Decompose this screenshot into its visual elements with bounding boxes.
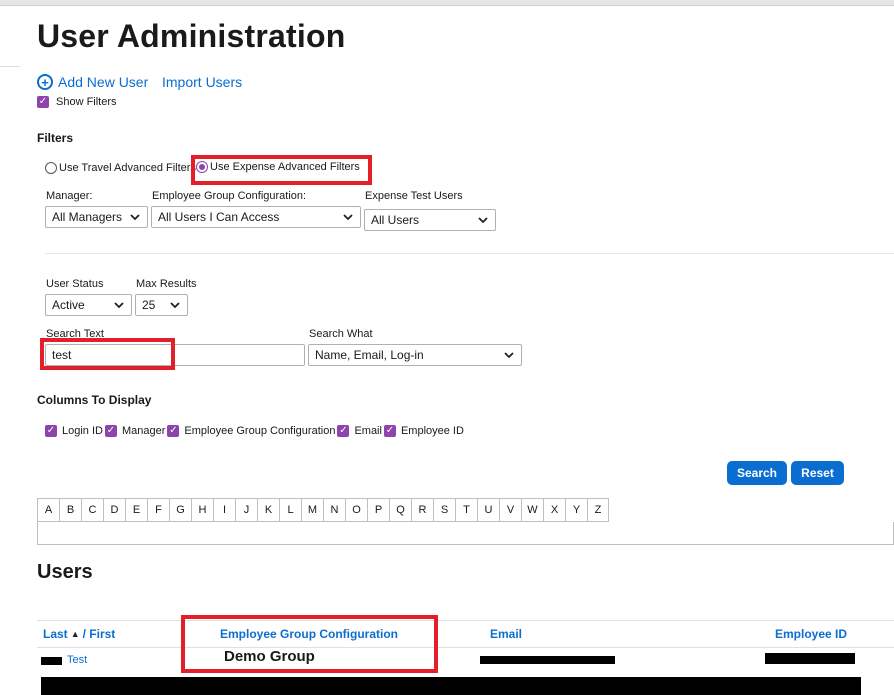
chevron-down-icon: [130, 214, 140, 221]
chevron-down-icon: [170, 302, 180, 309]
alphabet-letter-a[interactable]: A: [37, 499, 59, 522]
test-users-select[interactable]: All Users: [364, 209, 496, 231]
redacted-row: [41, 677, 861, 695]
col-employee-id-header[interactable]: Employee ID: [775, 627, 847, 641]
test-users-value: All Users: [371, 213, 420, 227]
max-results-select[interactable]: 25: [135, 294, 188, 316]
employee-id-col-label: Employee ID: [400, 425, 464, 437]
manager-col-label: Manager: [121, 425, 166, 437]
alphabet-letter-v[interactable]: V: [499, 499, 521, 522]
user-status-value: Active: [52, 298, 85, 312]
login-id-checkbox[interactable]: ✓: [45, 425, 57, 437]
alphabet-letter-h[interactable]: H: [191, 499, 213, 522]
manager-select[interactable]: All Managers: [45, 206, 148, 228]
chevron-down-icon: [504, 352, 514, 359]
users-heading: Users: [37, 561, 93, 583]
reset-button[interactable]: Reset: [791, 461, 844, 485]
alphabet-letter-t[interactable]: T: [455, 499, 477, 522]
add-new-user-link[interactable]: + Add New User: [37, 74, 148, 90]
email-checkbox[interactable]: ✓: [337, 425, 350, 437]
email-col-label: Email: [354, 425, 382, 437]
alphabet-letter-i[interactable]: I: [213, 499, 235, 522]
alphabet-letter-q[interactable]: Q: [389, 499, 411, 522]
alphabet-letter-o[interactable]: O: [345, 499, 367, 522]
alphabet-letter-p[interactable]: P: [367, 499, 389, 522]
login-id-label: Login ID: [62, 425, 103, 437]
max-results-label: Max Results: [136, 278, 197, 290]
search-what-value: Name, Email, Log-in: [315, 348, 424, 362]
alphabet-letter-j[interactable]: J: [235, 499, 257, 522]
egc-value: All Users I Can Access: [158, 210, 280, 224]
redacted-employee-id: [765, 653, 855, 664]
col-last-label: Last: [43, 627, 68, 641]
alphabet-letter-l[interactable]: L: [279, 499, 301, 522]
filters-heading: Filters: [37, 131, 74, 145]
egc-col-label: Employee Group Configuration: [184, 425, 336, 437]
divider: [0, 66, 20, 67]
user-status-select[interactable]: Active: [45, 294, 132, 316]
test-users-label: Expense Test Users: [365, 190, 463, 202]
employee-id-checkbox[interactable]: ✓: [383, 425, 396, 437]
col-first-label: / First: [82, 627, 116, 641]
alphabet-letter-y[interactable]: Y: [565, 499, 587, 522]
add-new-user-label: Add New User: [58, 74, 149, 90]
alphabet-results-box: [37, 522, 894, 545]
redacted-email: [480, 656, 615, 664]
alphabet-letter-c[interactable]: C: [81, 499, 103, 522]
user-status-label: User Status: [46, 278, 104, 290]
col-last-first-header[interactable]: Last ▲ / First: [43, 627, 115, 641]
alphabet-letter-x[interactable]: X: [543, 499, 565, 522]
alphabet-letter-g[interactable]: G: [169, 499, 191, 522]
travel-filters-radio[interactable]: Use Travel Advanced Filters: [45, 162, 196, 174]
col-email-header[interactable]: Email: [490, 627, 522, 641]
chevron-down-icon: [343, 214, 353, 221]
show-filters-checkbox[interactable]: ✓ Show Filters: [37, 96, 117, 108]
search-button[interactable]: Search: [727, 461, 787, 485]
row-first-name-link[interactable]: Test: [67, 654, 87, 666]
alphabet-letter-d[interactable]: D: [103, 499, 125, 522]
alphabet-letter-u[interactable]: U: [477, 499, 499, 522]
egc-checkbox[interactable]: ✓: [167, 425, 180, 437]
chevron-down-icon: [114, 302, 124, 309]
highlight-box: [191, 155, 372, 185]
egc-label: Employee Group Configuration:: [152, 190, 307, 202]
manager-label: Manager:: [46, 190, 93, 202]
alphabet-letter-n[interactable]: N: [323, 499, 345, 522]
checkmark-icon: ✓: [37, 96, 49, 108]
highlight-box: [181, 615, 438, 673]
alphabet-filter: ABCDEFGHIJKLMNOPQRSTUVWXYZ: [37, 498, 609, 522]
alphabet-letter-f[interactable]: F: [147, 499, 169, 522]
alphabet-letter-m[interactable]: M: [301, 499, 323, 522]
table-header-row: [37, 620, 894, 648]
import-users-link[interactable]: Import Users: [162, 74, 242, 90]
section-divider: [45, 253, 894, 254]
manager-checkbox[interactable]: ✓: [104, 425, 117, 437]
search-what-select[interactable]: Name, Email, Log-in: [308, 344, 522, 366]
egc-select[interactable]: All Users I Can Access: [151, 206, 361, 228]
alphabet-letter-k[interactable]: K: [257, 499, 279, 522]
search-what-label: Search What: [309, 328, 373, 340]
alphabet-letter-r[interactable]: R: [411, 499, 433, 522]
alphabet-letter-z[interactable]: Z: [587, 499, 609, 522]
alphabet-letter-e[interactable]: E: [125, 499, 147, 522]
alphabet-letter-b[interactable]: B: [59, 499, 81, 522]
alphabet-letter-s[interactable]: S: [433, 499, 455, 522]
show-filters-label: Show Filters: [56, 96, 117, 108]
redacted-last-name: [41, 657, 62, 665]
top-bar: [0, 0, 894, 6]
highlight-box: [40, 338, 175, 370]
travel-filters-label: Use Travel Advanced Filters: [59, 162, 196, 174]
columns-heading: Columns To Display: [37, 393, 152, 407]
chevron-down-icon: [478, 217, 488, 224]
manager-value: All Managers: [52, 210, 123, 224]
plus-circle-icon: +: [37, 74, 53, 90]
alphabet-letter-w[interactable]: W: [521, 499, 543, 522]
max-results-value: 25: [142, 298, 156, 312]
columns-checkbox-row: ✓ Login ID ✓ Manager ✓ Employee Group Co…: [45, 425, 464, 437]
page-title: User Administration: [37, 18, 346, 54]
sort-up-icon: ▲: [70, 629, 80, 639]
radio-icon: [45, 162, 57, 174]
